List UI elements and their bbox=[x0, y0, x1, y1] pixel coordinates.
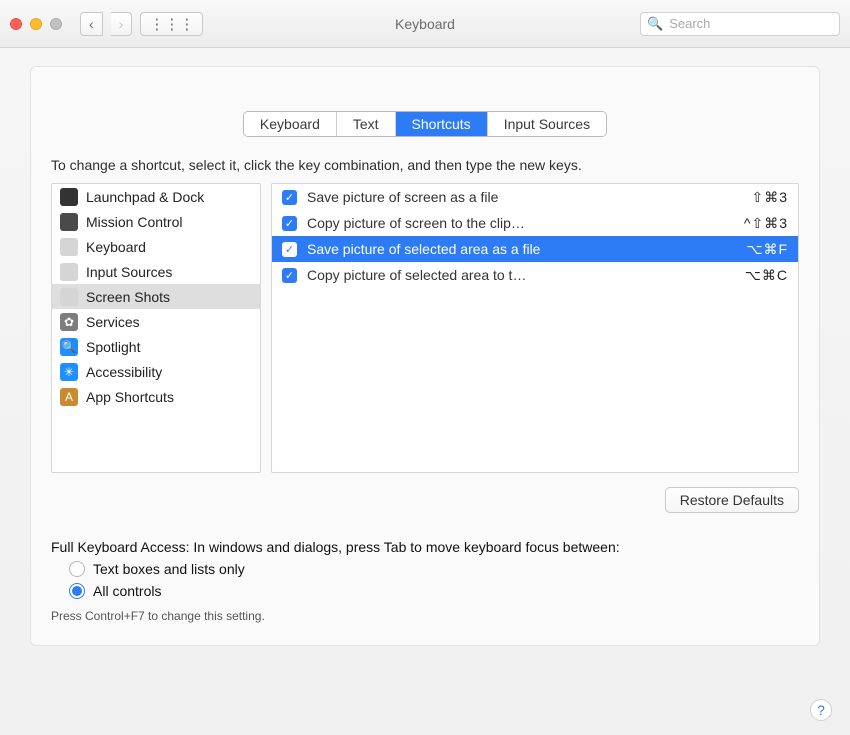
shortcut-label: Copy picture of screen to the clip… bbox=[307, 215, 734, 231]
fka-option-text-only[interactable]: Text boxes and lists only bbox=[69, 561, 799, 577]
checkbox-icon[interactable]: ✓ bbox=[282, 216, 297, 231]
restore-defaults-button[interactable]: Restore Defaults bbox=[665, 487, 799, 513]
panes: Launchpad & Dock Mission Control Keyboard I… bbox=[51, 183, 799, 473]
fka-option-text-only-label: Text boxes and lists only bbox=[93, 561, 245, 577]
category-input-sources[interactable]: Input Sources bbox=[52, 259, 260, 284]
launchpad-icon bbox=[60, 188, 78, 206]
radio-icon bbox=[69, 583, 85, 599]
help-icon: ? bbox=[817, 702, 825, 718]
shortcut-keys[interactable]: ⇧⌘3 bbox=[751, 189, 788, 206]
shortcut-row[interactable]: ✓ Save picture of screen as a file ⇧⌘3 bbox=[272, 184, 798, 210]
screenshots-icon bbox=[60, 288, 78, 306]
fka-heading: Full Keyboard Access: In windows and dia… bbox=[51, 539, 799, 555]
category-screen-shots[interactable]: Screen Shots bbox=[52, 284, 260, 309]
category-services[interactable]: ✿ Services bbox=[52, 309, 260, 334]
tab-input-sources[interactable]: Input Sources bbox=[488, 112, 606, 136]
zoom-window-icon[interactable] bbox=[50, 18, 62, 30]
radio-icon bbox=[69, 561, 85, 577]
category-mission-control[interactable]: Mission Control bbox=[52, 209, 260, 234]
category-launchpad-dock[interactable]: Launchpad & Dock bbox=[52, 184, 260, 209]
app-shortcuts-icon: A bbox=[60, 388, 78, 406]
category-keyboard[interactable]: Keyboard bbox=[52, 234, 260, 259]
accessibility-icon: ✳ bbox=[60, 363, 78, 381]
shortcut-row[interactable]: ✓ Copy picture of selected area to t… ⌥⌘C bbox=[272, 262, 798, 288]
services-icon: ✿ bbox=[60, 313, 78, 331]
chevron-left-icon: ‹ bbox=[89, 16, 94, 32]
tab-bar: KeyboardTextShortcutsInput Sources bbox=[51, 111, 799, 137]
search-icon: 🔍 bbox=[647, 16, 663, 32]
shortcut-row[interactable]: ✓ Save picture of selected area as a file… bbox=[272, 236, 798, 262]
shortcut-keys[interactable]: ^⇧⌘3 bbox=[744, 215, 788, 232]
back-button[interactable]: ‹ bbox=[80, 12, 103, 36]
window-controls bbox=[10, 18, 62, 30]
tab-shortcuts[interactable]: Shortcuts bbox=[396, 112, 488, 136]
checkbox-icon[interactable]: ✓ bbox=[282, 242, 297, 257]
shortcut-list[interactable]: ✓ Save picture of screen as a file ⇧⌘3 ✓ Cop… bbox=[271, 183, 799, 473]
mission-control-icon bbox=[60, 213, 78, 231]
fka-hint: Press Control+F7 to change this setting. bbox=[51, 609, 799, 623]
category-label: Accessibility bbox=[86, 364, 162, 380]
full-keyboard-access-section: Full Keyboard Access: In windows and dia… bbox=[51, 539, 799, 623]
titlebar: ‹ › ⋮⋮⋮ Keyboard 🔍 Search bbox=[0, 0, 850, 48]
grid-icon: ⋮⋮⋮ bbox=[149, 15, 194, 33]
tab-text[interactable]: Text bbox=[337, 112, 396, 136]
category-label: App Shortcuts bbox=[86, 389, 174, 405]
shortcut-row[interactable]: ✓ Copy picture of screen to the clip… ^⇧⌘3 bbox=[272, 210, 798, 236]
category-label: Screen Shots bbox=[86, 289, 170, 305]
category-spotlight[interactable]: 🔍 Spotlight bbox=[52, 334, 260, 359]
category-label: Services bbox=[86, 314, 140, 330]
category-label: Spotlight bbox=[86, 339, 140, 355]
spotlight-icon: 🔍 bbox=[60, 338, 78, 356]
content-card: KeyboardTextShortcutsInput Sources To ch… bbox=[30, 66, 820, 646]
category-accessibility[interactable]: ✳ Accessibility bbox=[52, 359, 260, 384]
category-label: Keyboard bbox=[86, 239, 146, 255]
minimize-window-icon[interactable] bbox=[30, 18, 42, 30]
shortcut-label: Save picture of selected area as a file bbox=[307, 241, 736, 257]
keyboard-icon bbox=[60, 238, 78, 256]
chevron-right-icon: › bbox=[119, 16, 124, 32]
input-sources-icon bbox=[60, 263, 78, 281]
category-label: Mission Control bbox=[86, 214, 182, 230]
fka-option-all-controls[interactable]: All controls bbox=[69, 583, 799, 599]
search-placeholder: Search bbox=[669, 16, 710, 31]
shortcut-keys[interactable]: ⌥⌘F bbox=[746, 241, 788, 258]
shortcut-label: Copy picture of selected area to t… bbox=[307, 267, 735, 283]
tab-keyboard[interactable]: Keyboard bbox=[244, 112, 337, 136]
checkbox-icon[interactable]: ✓ bbox=[282, 190, 297, 205]
forward-button[interactable]: › bbox=[111, 12, 133, 36]
shortcut-label: Save picture of screen as a file bbox=[307, 189, 741, 205]
search-field[interactable]: 🔍 Search bbox=[640, 12, 840, 36]
instruction-text: To change a shortcut, select it, click t… bbox=[51, 157, 799, 173]
shortcut-keys[interactable]: ⌥⌘C bbox=[745, 267, 788, 284]
help-button[interactable]: ? bbox=[810, 699, 832, 721]
show-all-button[interactable]: ⋮⋮⋮ bbox=[140, 12, 203, 36]
category-list[interactable]: Launchpad & Dock Mission Control Keyboard I… bbox=[51, 183, 261, 473]
category-label: Launchpad & Dock bbox=[86, 189, 204, 205]
nav-group: ‹ › bbox=[80, 12, 140, 36]
fka-option-all-controls-label: All controls bbox=[93, 583, 161, 599]
category-app-shortcuts[interactable]: A App Shortcuts bbox=[52, 384, 260, 409]
checkbox-icon[interactable]: ✓ bbox=[282, 268, 297, 283]
close-window-icon[interactable] bbox=[10, 18, 22, 30]
category-label: Input Sources bbox=[86, 264, 172, 280]
